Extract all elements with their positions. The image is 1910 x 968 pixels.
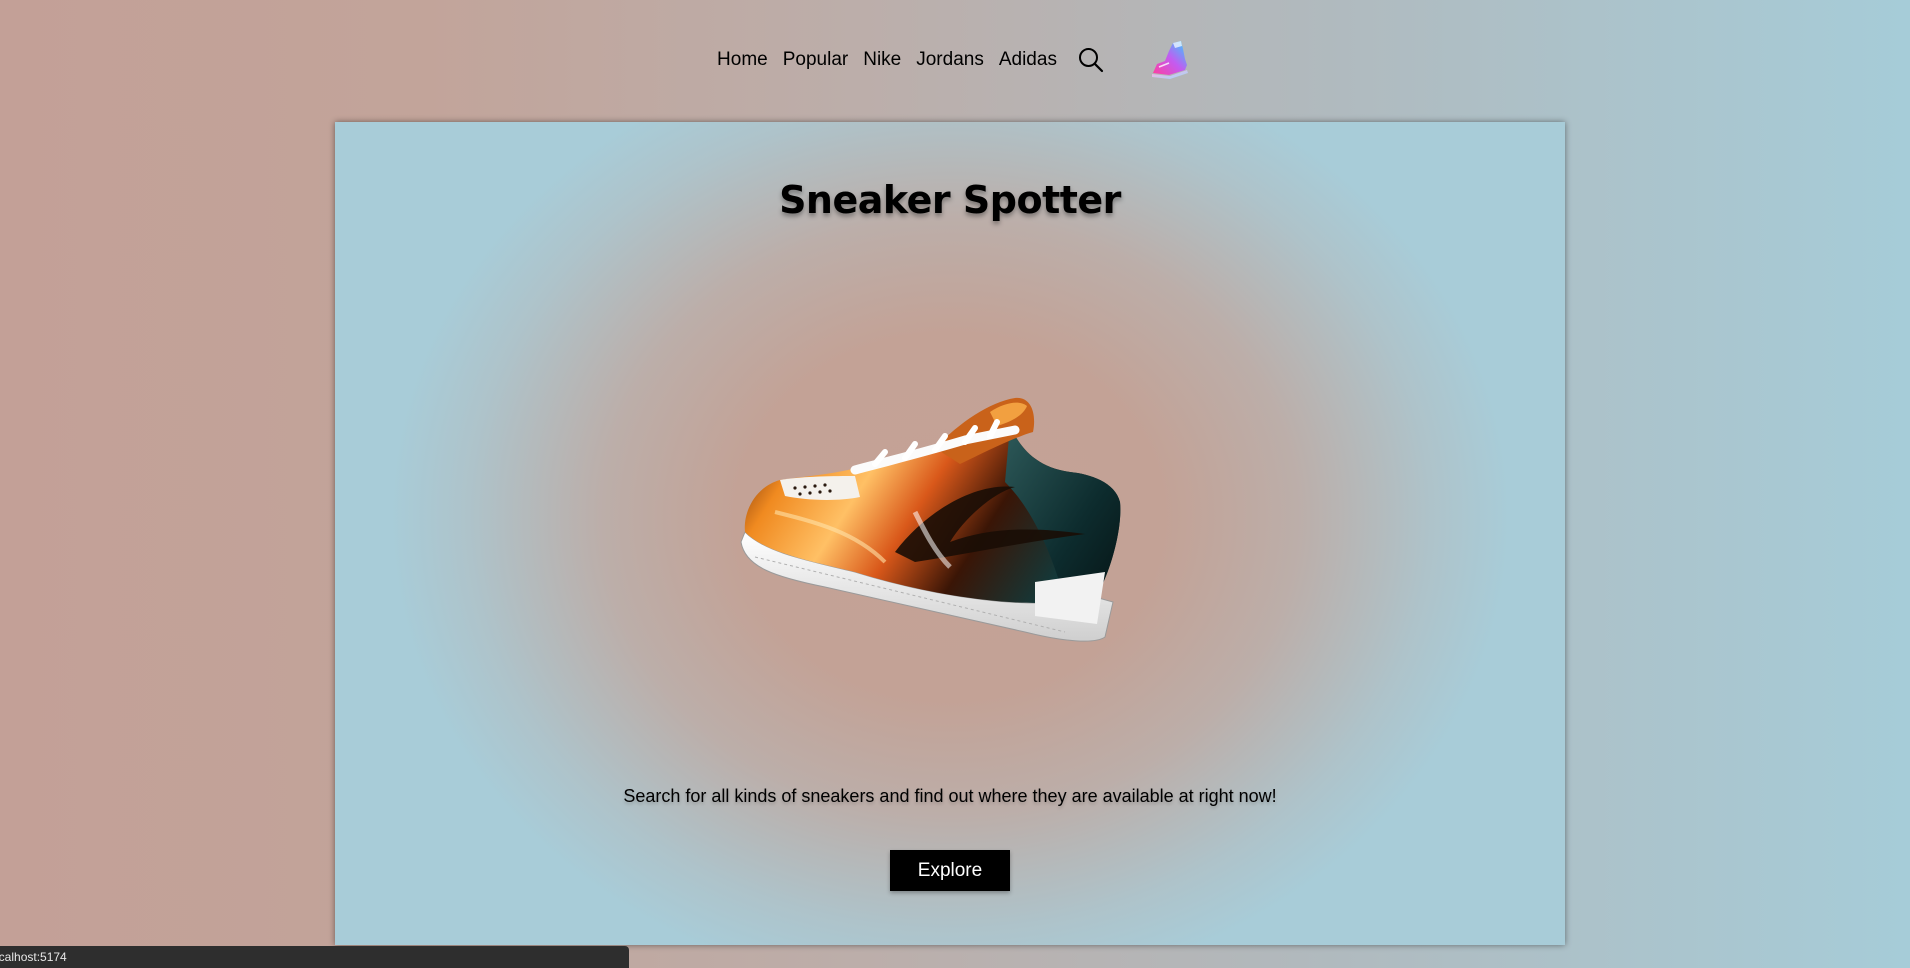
- nav-nike[interactable]: Nike: [863, 40, 901, 80]
- hero-card: Sneaker Spotter Search for all kinds of …: [335, 122, 1565, 945]
- status-bar-url: ocalhost:5174: [0, 946, 629, 968]
- hero-tagline: Search for all kinds of sneakers and fin…: [623, 786, 1277, 806]
- top-nav: Home Popular Nike Jordans Adidas: [0, 40, 1910, 80]
- nav-jordans[interactable]: Jordans: [916, 40, 984, 80]
- nav-popular[interactable]: Popular: [783, 40, 849, 80]
- page-title: Sneaker Spotter: [779, 178, 1121, 222]
- nav-home[interactable]: Home: [717, 40, 768, 80]
- explore-button[interactable]: Explore: [890, 850, 1010, 891]
- nav-adidas[interactable]: Adidas: [999, 40, 1057, 80]
- status-url: ocalhost:5174: [0, 950, 67, 964]
- sneaker-logo-icon[interactable]: [1147, 37, 1193, 83]
- sneaker-image: [740, 397, 1121, 642]
- search-icon[interactable]: [1076, 45, 1106, 75]
